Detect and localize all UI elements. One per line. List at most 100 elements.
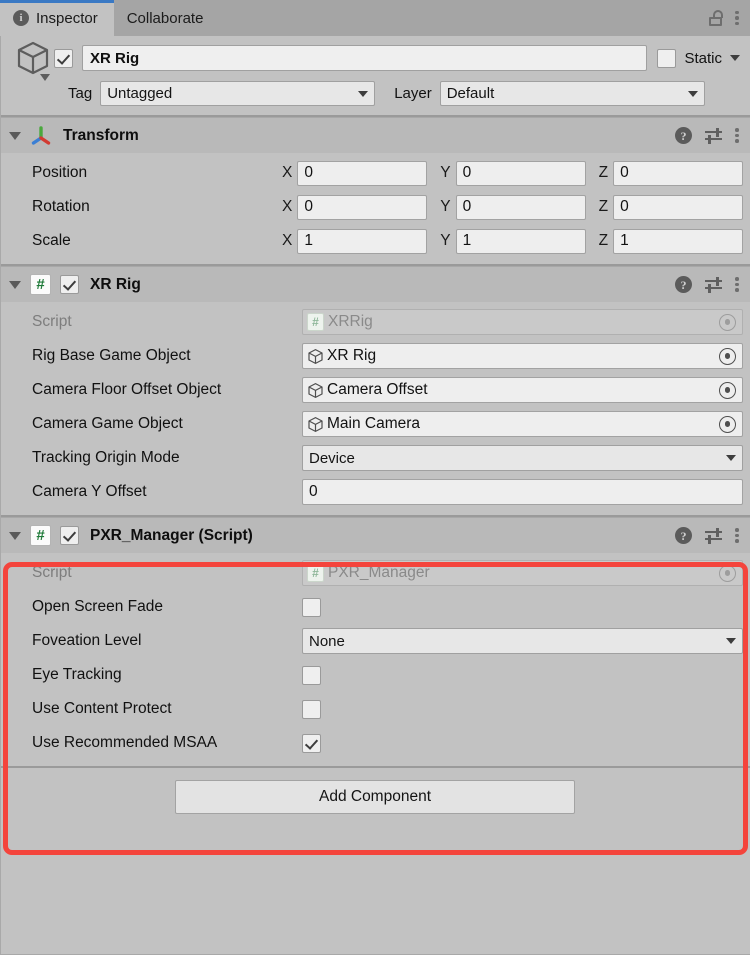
gameobject-name-input[interactable]: XR Rig	[82, 45, 648, 71]
layer-value: Default	[446, 85, 495, 102]
property-label: Use Content Protect	[32, 700, 172, 717]
rotation-y-input[interactable]: 0	[455, 194, 586, 220]
component-title-pxr-manager: PXR_Manager (Script)	[90, 526, 253, 544]
preset-sliders-icon[interactable]	[705, 128, 722, 144]
field-value: Camera Offset	[327, 381, 428, 398]
chevron-down-icon	[358, 90, 369, 97]
preset-sliders-icon[interactable]	[705, 528, 722, 544]
static-checkbox[interactable]	[657, 48, 677, 68]
property-row-rotation: Rotation X 0 Y 0 Z 0	[0, 190, 750, 224]
help-icon[interactable]: ?	[675, 527, 692, 544]
field-value: None	[309, 632, 345, 650]
property-label: Scale	[32, 232, 71, 249]
expand-triangle-icon[interactable]	[9, 131, 21, 140]
foveation-level-dropdown[interactable]: None	[302, 628, 743, 654]
add-component-button[interactable]: Add Component	[175, 780, 575, 814]
tab-inspector[interactable]: i Inspector	[0, 0, 114, 36]
kebab-menu-icon[interactable]	[735, 528, 739, 543]
component-header-xr-rig[interactable]: # XR Rig ?	[0, 266, 750, 302]
component-body-xr-rig: Script # XRRig Rig Base Game Object XR R…	[0, 302, 750, 515]
property-label: Rig Base Game Object	[32, 347, 191, 364]
property-label: Use Recommended MSAA	[32, 734, 218, 751]
chevron-down-icon	[687, 90, 698, 97]
property-row-use-recommended-msaa: Use Recommended MSAA	[0, 726, 750, 760]
value: 0	[304, 164, 313, 181]
static-label: Static	[684, 49, 722, 67]
kebab-menu-icon[interactable]	[735, 10, 739, 26]
kebab-menu-icon[interactable]	[735, 128, 739, 143]
field-value: XR Rig	[327, 347, 377, 364]
component-title-xr-rig: XR Rig	[90, 275, 141, 293]
axis-y-label: Y	[440, 198, 451, 215]
script-field: # XRRig	[302, 309, 743, 335]
axis-y-label: Y	[440, 232, 451, 249]
property-row-position: Position X 0 Y 0 Z 0	[0, 156, 750, 190]
component-enabled-checkbox[interactable]	[60, 275, 79, 294]
panel-left-edge	[0, 36, 1, 955]
value: 1	[462, 232, 472, 249]
axis-z-label: Z	[598, 198, 609, 215]
rotation-x-input[interactable]: 0	[297, 194, 428, 220]
position-x-input[interactable]: 0	[297, 160, 428, 186]
position-y-input[interactable]: 0	[455, 160, 586, 186]
camera-floor-offset-object-field[interactable]: Camera Offset	[302, 377, 743, 403]
layer-dropdown[interactable]: Default	[439, 81, 705, 106]
component-enabled-checkbox[interactable]	[60, 526, 79, 545]
use-content-protect-checkbox[interactable]	[302, 699, 321, 719]
gameobject-cube-icon	[307, 382, 324, 399]
expand-triangle-icon[interactable]	[9, 531, 21, 540]
field-value: Main Camera	[327, 415, 421, 432]
scale-x-input[interactable]: 1	[297, 228, 428, 254]
component-header-pxr-manager[interactable]: # PXR_Manager (Script) ?	[0, 517, 750, 553]
inspector-tab-bar: i Inspector Collaborate	[0, 0, 750, 36]
script-value: PXR_Manager	[328, 564, 430, 581]
eye-tracking-checkbox[interactable]	[302, 665, 321, 685]
open-screen-fade-checkbox[interactable]	[302, 597, 321, 617]
expand-triangle-icon[interactable]	[9, 280, 21, 289]
object-picker-icon[interactable]	[719, 415, 736, 433]
property-row-camera-floor-offset-object: Camera Floor Offset Object Camera Offset	[0, 373, 750, 407]
value: 1	[620, 232, 629, 249]
component-body-pxr-manager: Script # PXR_Manager Open Screen Fade Fo…	[0, 553, 750, 766]
kebab-menu-icon[interactable]	[735, 277, 739, 292]
gameobject-enabled-checkbox[interactable]	[54, 48, 73, 68]
position-z-input[interactable]: 0	[613, 160, 744, 186]
property-label: Eye Tracking	[32, 666, 122, 683]
info-icon: i	[13, 10, 29, 26]
help-icon[interactable]: ?	[675, 127, 692, 144]
tracking-origin-mode-dropdown[interactable]: Device	[302, 445, 743, 471]
axis-z-label: Z	[598, 164, 609, 181]
value: 0	[304, 198, 313, 215]
layer-label: Layer	[394, 85, 432, 102]
property-row-eye-tracking: Eye Tracking	[0, 658, 750, 692]
help-icon[interactable]: ?	[675, 276, 692, 293]
camera-y-offset-input[interactable]: 0	[302, 479, 743, 505]
csharp-script-icon: #	[307, 313, 324, 331]
preset-sliders-icon[interactable]	[705, 277, 722, 293]
axis-x-label: X	[282, 198, 293, 215]
use-recommended-msaa-checkbox[interactable]	[302, 733, 321, 753]
rig-base-game-object-field[interactable]: XR Rig	[302, 343, 743, 369]
object-picker-icon[interactable]	[719, 381, 736, 399]
scale-z-input[interactable]: 1	[613, 228, 744, 254]
field-value: 0	[309, 483, 318, 500]
unlocked-padlock-icon[interactable]	[709, 10, 723, 26]
component-header-transform[interactable]: Transform ?	[0, 117, 750, 153]
scale-y-input[interactable]: 1	[455, 228, 586, 254]
object-picker-icon[interactable]	[719, 347, 736, 365]
tab-collaborate[interactable]: Collaborate	[114, 0, 220, 36]
tag-dropdown[interactable]: Untagged	[100, 81, 376, 106]
inspector-window: i Inspector Collaborate XR Rig Static Ta…	[0, 0, 750, 955]
value: 0	[462, 198, 472, 215]
property-label: Foveation Level	[32, 632, 142, 649]
camera-game-object-field[interactable]: Main Camera	[302, 411, 743, 437]
property-row-script: Script # PXR_Manager	[0, 556, 750, 590]
property-row-camera-game-object: Camera Game Object Main Camera	[0, 407, 750, 441]
rotation-z-input[interactable]: 0	[613, 194, 744, 220]
property-row-scale: Scale X 1 Y 1 Z 1	[0, 224, 750, 258]
value: 0	[620, 198, 629, 215]
axis-z-label: Z	[598, 232, 609, 249]
static-chevron-down-icon[interactable]	[730, 55, 740, 61]
tab-inspector-label: Inspector	[36, 9, 98, 27]
gameobject-header: XR Rig Static Tag Untagged Layer Default	[0, 36, 750, 115]
